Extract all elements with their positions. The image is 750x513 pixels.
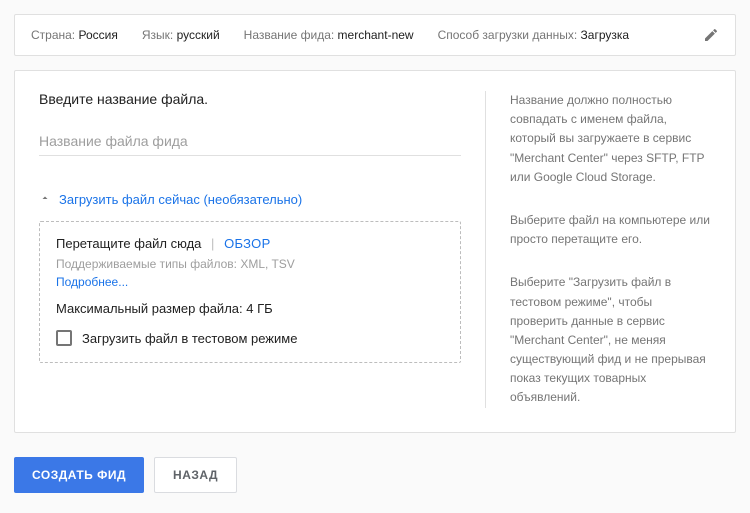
upload-dropzone[interactable]: Перетащите файл сюда | ОБЗОР Поддерживае… — [39, 221, 461, 363]
summary-feedname: Название фида: merchant-new — [244, 28, 414, 42]
browse-button[interactable]: ОБЗОР — [224, 236, 271, 251]
test-mode-label: Загрузить файл в тестовом режиме — [82, 331, 297, 346]
max-file-size: Максимальный размер файла: 4 ГБ — [56, 301, 444, 316]
test-mode-checkbox[interactable] — [56, 330, 72, 346]
feed-filename-input[interactable] — [39, 129, 461, 156]
footer-actions: Создать фид Назад — [14, 457, 736, 493]
learn-more-link[interactable]: Подробнее... — [56, 273, 128, 291]
summary-language-value: русский — [177, 28, 220, 42]
summary-bar: Страна: Россия Язык: русский Название фи… — [14, 14, 736, 56]
summary-feedname-label: Название фида: — [244, 28, 335, 42]
dropzone-sep: | — [211, 236, 214, 251]
pencil-icon — [703, 27, 719, 43]
summary-language-label: Язык: — [142, 28, 173, 42]
supported-types: Поддерживаемые типы файлов: XML, TSV — [56, 257, 295, 271]
summary-method-value: Загрузка — [581, 28, 630, 42]
summary-language: Язык: русский — [142, 28, 220, 42]
summary-method-label: Способ загрузки данных: — [438, 28, 578, 42]
chevron-up-icon — [39, 192, 51, 207]
help-upload-b: Выберите "Загрузить файл в тестовом режи… — [510, 273, 711, 407]
help-filename: Название должно полностью совпадать с им… — [510, 91, 711, 187]
dropzone-text: Перетащите файл сюда — [56, 236, 201, 251]
create-feed-button[interactable]: Создать фид — [14, 457, 144, 493]
upload-now-expander[interactable]: Загрузить файл сейчас (необязательно) — [39, 192, 461, 207]
help-upload-a: Выберите файл на компьютере или просто п… — [510, 211, 711, 249]
summary-country-label: Страна: — [31, 28, 75, 42]
main-card: Введите название файла. Загрузить файл с… — [14, 70, 736, 433]
summary-feedname-value: merchant-new — [338, 28, 414, 42]
edit-summary-button[interactable] — [703, 27, 719, 43]
filename-heading: Введите название файла. — [39, 91, 461, 107]
back-button[interactable]: Назад — [154, 457, 237, 493]
summary-country-value: Россия — [79, 28, 118, 42]
upload-now-expander-label: Загрузить файл сейчас (необязательно) — [59, 192, 302, 207]
summary-method: Способ загрузки данных: Загрузка — [438, 28, 630, 42]
summary-country: Страна: Россия — [31, 28, 118, 42]
